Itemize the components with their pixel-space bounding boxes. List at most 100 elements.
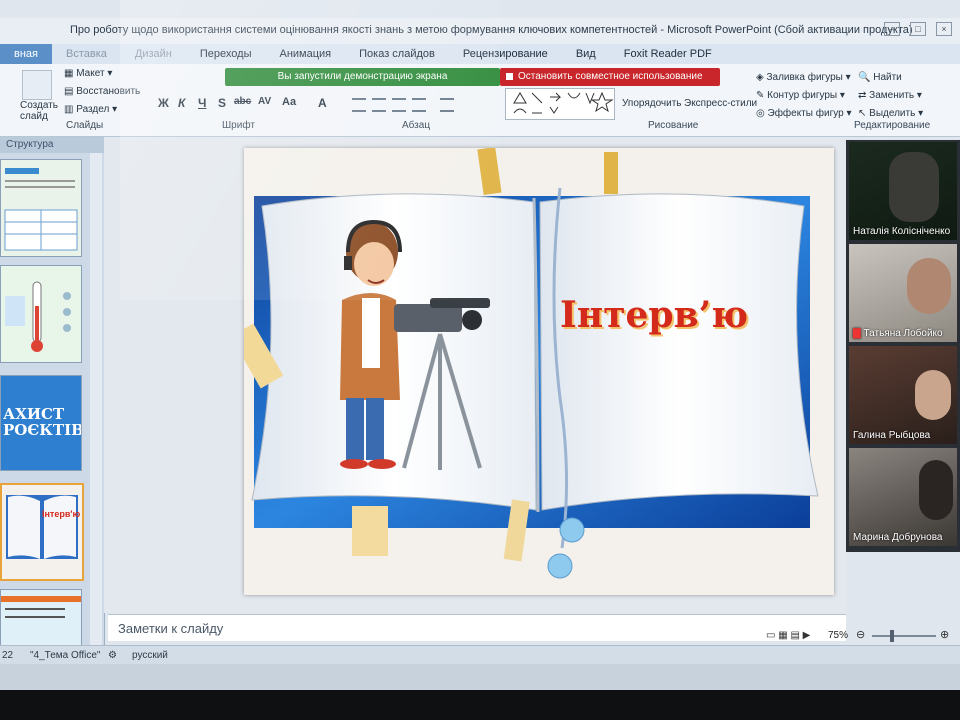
- underline-button[interactable]: Ч: [198, 96, 206, 110]
- editing-group-label: Редактирование: [854, 120, 931, 131]
- find-button[interactable]: 🔍 Найти: [858, 72, 902, 83]
- status-bar: 22 "4_Тема Office" ⚙ русский: [0, 645, 960, 666]
- tab-foxit[interactable]: Foxit Reader PDF: [610, 48, 726, 60]
- layout-button[interactable]: ▦ Макет ▾: [64, 68, 112, 79]
- shape-outline-button[interactable]: ✎ Контур фигуры ▾: [756, 90, 845, 101]
- tab-insert[interactable]: Вставка: [52, 48, 121, 60]
- justify-icon[interactable]: [412, 98, 426, 112]
- slides-scrollbar[interactable]: [90, 153, 102, 649]
- find-label: Найти: [873, 72, 902, 83]
- tab-review[interactable]: Рецензирование: [449, 48, 562, 60]
- spacing-button[interactable]: AV: [258, 96, 271, 107]
- tab-view[interactable]: Вид: [562, 48, 610, 60]
- participant-video: [915, 370, 951, 420]
- thumbnail-title: Інтерв'ю: [42, 509, 81, 519]
- align-left-icon[interactable]: [352, 98, 366, 112]
- slide-thumbnail[interactable]: [0, 265, 82, 363]
- video-participants-panel: Наталія Колісніченко ▇ Татьяна Лобойко Г…: [846, 140, 960, 552]
- zoom-level[interactable]: 75%: [828, 630, 848, 641]
- zoom-out-icon[interactable]: ⊖: [856, 628, 865, 641]
- open-book-illustration: [244, 148, 819, 579]
- participant-tile[interactable]: Наталія Колісніченко: [849, 142, 957, 240]
- restore-label: Восстановить: [76, 86, 141, 97]
- new-slide-icon[interactable]: [22, 70, 52, 100]
- layout-label: Макет: [76, 68, 105, 79]
- outline-tab[interactable]: Структура: [0, 137, 104, 153]
- ribbon: Создать слайд ▦ Макет ▾ ▤ Восстановить ▥…: [0, 64, 960, 137]
- participant-name: Наталія Колісніченко: [853, 226, 951, 237]
- view-buttons-icon[interactable]: ▭ ▦ ▤ ▶: [766, 630, 810, 641]
- quick-styles-button[interactable]: Экспресс-стили: [684, 98, 757, 109]
- shadow-button[interactable]: S: [218, 96, 226, 110]
- thumbnail-stripes-image: [1, 596, 81, 618]
- replace-button[interactable]: ⇄ Заменить ▾: [858, 90, 922, 101]
- zoom-controls: ▭ ▦ ▤ ▶ 75% ⊖ ⊕: [760, 628, 960, 644]
- spell-check-icon[interactable]: ⚙: [108, 650, 117, 661]
- section-button[interactable]: ▥ Раздел ▾: [64, 104, 117, 115]
- slide-thumbnail[interactable]: [0, 159, 82, 257]
- participant-tile[interactable]: Марина Добрунова: [849, 448, 957, 546]
- thumbnail-book-image: [6, 495, 78, 559]
- zoom-in-icon[interactable]: ⊕: [940, 628, 949, 641]
- shape-fill-label: Заливка фигуры: [766, 72, 843, 83]
- shape-fill-button[interactable]: ◈ Заливка фигуры ▾: [756, 72, 851, 83]
- participant-tile[interactable]: Галина Рыбцова: [849, 346, 957, 444]
- taskbar: [0, 664, 960, 690]
- drawing-group-label: Рисование: [648, 120, 699, 131]
- slide-title[interactable]: Інтерв’ю: [560, 294, 748, 336]
- stop-sharing-button[interactable]: Остановить совместное использование: [500, 68, 720, 86]
- window-title: Про роботу щодо використання системи оці…: [70, 24, 913, 36]
- shapes-gallery[interactable]: [505, 88, 615, 120]
- title-bar: Про роботу щодо використання системи оці…: [0, 18, 960, 45]
- participant-name-text: Татьяна Лобойко: [863, 328, 943, 339]
- strikethrough-button[interactable]: abc: [234, 96, 251, 107]
- participant-name: Марина Добрунова: [853, 532, 943, 543]
- zoom-slider-thumb[interactable]: [890, 630, 894, 642]
- restore-button[interactable]: ▤ Восстановить: [64, 86, 140, 97]
- stop-sharing-label: Остановить совместное использование: [518, 71, 703, 82]
- tab-home[interactable]: вная: [0, 44, 52, 64]
- align-right-icon[interactable]: [392, 98, 406, 112]
- minimize-button[interactable]: –: [884, 22, 900, 36]
- slide-notes-field[interactable]: Заметки к слайду: [108, 614, 846, 641]
- tab-transitions[interactable]: Переходы: [186, 48, 266, 60]
- slide-thumbnail[interactable]: [0, 589, 82, 647]
- participant-name: Галина Рыбцова: [853, 430, 931, 441]
- select-button[interactable]: ↖ Выделить ▾: [858, 108, 923, 119]
- tab-animation[interactable]: Анимация: [265, 48, 345, 60]
- shape-effects-button[interactable]: ◎ Эффекты фигур ▾: [756, 108, 851, 119]
- monitor-bezel: [0, 690, 960, 720]
- participant-name: ▇ Татьяна Лобойко: [853, 328, 943, 339]
- participant-video: [919, 460, 953, 520]
- participant-tile[interactable]: ▇ Татьяна Лобойко: [849, 244, 957, 342]
- participant-video: [889, 152, 939, 222]
- maximize-button[interactable]: □: [910, 22, 926, 36]
- stop-icon: [506, 73, 513, 80]
- slide-number: 22: [2, 650, 14, 661]
- change-case-button[interactable]: Aa: [282, 96, 296, 108]
- thumbnail-title-line: АХИСТ: [3, 405, 65, 423]
- theme-name: "4_Тема Office": [30, 650, 101, 661]
- current-slide[interactable]: Інтерв’ю: [244, 148, 834, 595]
- zoom-slider[interactable]: [872, 635, 936, 637]
- arrange-button[interactable]: Упорядочить: [622, 98, 682, 109]
- ribbon-tabs: вная Вставка Дизайн Переходы Анимация По…: [0, 44, 960, 64]
- columns-icon[interactable]: [440, 98, 454, 112]
- tab-slideshow[interactable]: Показ слайдов: [345, 48, 449, 60]
- align-center-icon[interactable]: [372, 98, 386, 112]
- shape-outline-label: Контур фигуры: [767, 90, 838, 101]
- bold-button[interactable]: Ж: [158, 96, 169, 110]
- replace-label: Заменить: [869, 90, 915, 101]
- thumbnail-title-line: РОЄКТІВ: [3, 421, 82, 439]
- slide-thumbnail-selected[interactable]: Інтерв'ю: [0, 483, 84, 581]
- font-color-button[interactable]: A: [318, 96, 327, 110]
- select-label: Выделить: [869, 108, 916, 119]
- language[interactable]: русский: [132, 650, 168, 661]
- create-slide-button[interactable]: Создать слайд: [20, 100, 60, 122]
- italic-button[interactable]: К: [178, 96, 185, 110]
- thumbnail-table-image: [1, 160, 81, 256]
- slide-thumbnail[interactable]: АХИСТ РОЄКТІВ: [0, 375, 82, 471]
- shape-effects-label: Эффекты фигур: [767, 108, 844, 119]
- close-button[interactable]: ×: [936, 22, 952, 36]
- tab-design[interactable]: Дизайн: [121, 48, 186, 60]
